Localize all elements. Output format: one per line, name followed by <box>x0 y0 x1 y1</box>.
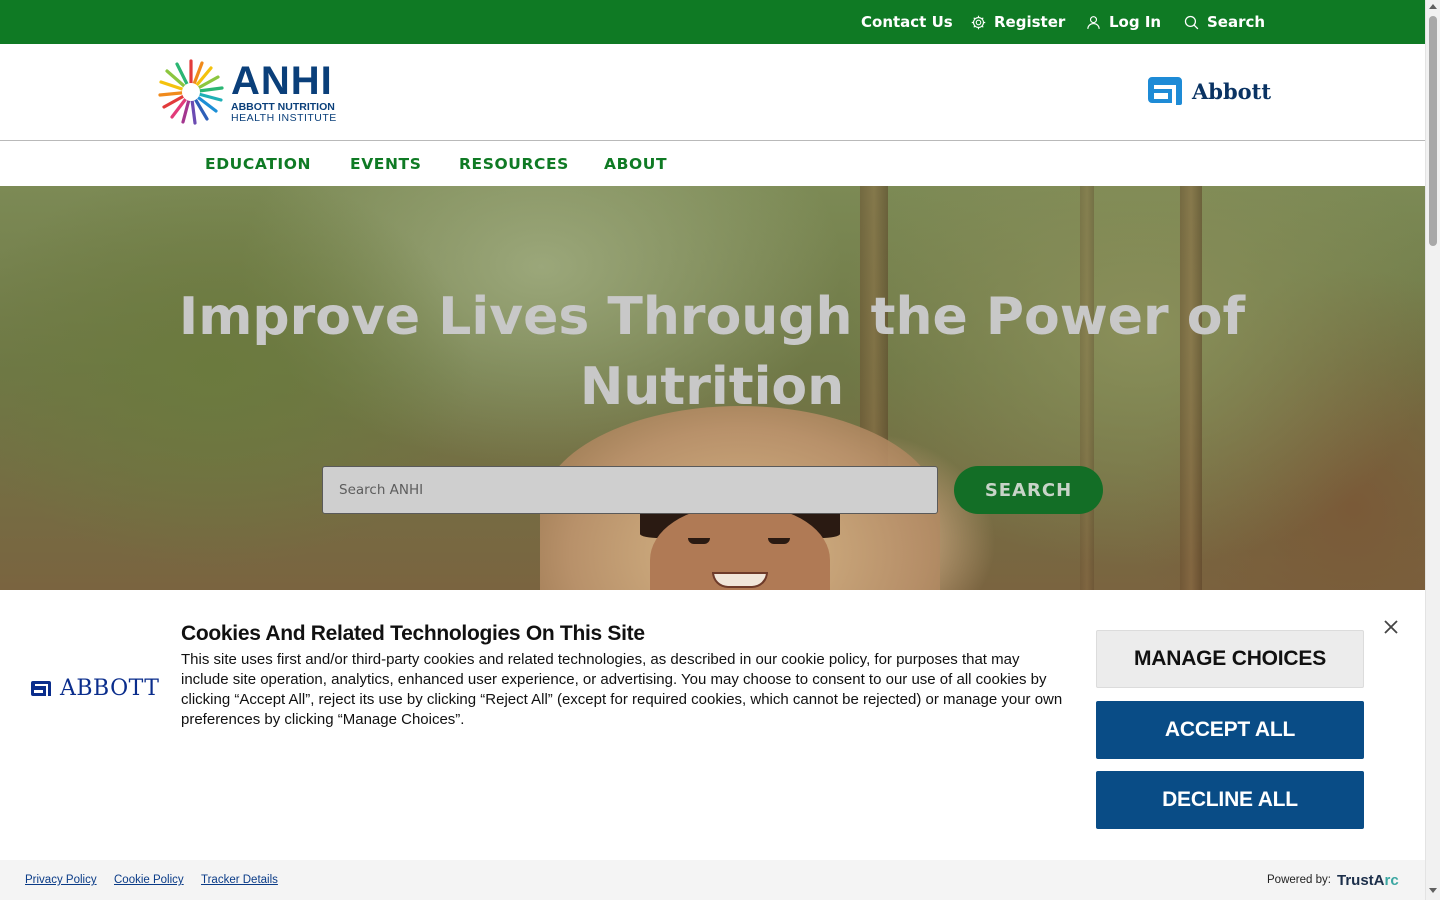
hero-headline-line1: Improve Lives Through the Power of <box>178 287 1246 347</box>
cookie-brand-text: ABBOTT <box>60 676 160 701</box>
powered-by-label: Powered by: <box>1267 874 1331 886</box>
top-utility-bar: Contact Us Register Log In Search <box>0 0 1425 44</box>
gear-icon <box>971 15 986 29</box>
search-label: Search <box>1207 13 1266 31</box>
anhi-wordmark: ANHI ABBOTT NUTRITION HEALTH INSTITUTE <box>231 61 337 124</box>
cookie-policy-link[interactable]: Cookie Policy <box>114 874 184 886</box>
search-link[interactable]: Search <box>1183 0 1265 44</box>
main-nav: EDUCATION EVENTS RESOURCES ABOUT <box>0 142 1425 186</box>
log-in-link[interactable]: Log In <box>1085 0 1161 44</box>
hero-child-smile <box>712 572 768 588</box>
contact-us-label: Contact Us <box>861 13 953 31</box>
decline-all-button[interactable]: DECLINE ALL <box>1096 771 1364 829</box>
log-in-label: Log In <box>1109 13 1162 31</box>
anhi-line2: HEALTH INSTITUTE <box>231 112 337 124</box>
abbott-mark-icon <box>1148 77 1182 105</box>
tracker-details-link[interactable]: Tracker Details <box>201 874 278 886</box>
anhi-line1: ABBOTT NUTRITION <box>231 100 335 113</box>
site-header: ANHI ABBOTT NUTRITION HEALTH INSTITUTE A… <box>0 44 1425 141</box>
abbott-logo[interactable]: Abbott <box>1146 75 1271 107</box>
scroll-up-arrow-icon[interactable] <box>1429 4 1437 9</box>
privacy-policy-link[interactable]: Privacy Policy <box>25 874 97 886</box>
accept-all-button[interactable]: ACCEPT ALL <box>1096 701 1364 759</box>
anhi-logo[interactable]: ANHI ABBOTT NUTRITION HEALTH INSTITUTE <box>157 58 347 126</box>
anhi-acronym: ANHI <box>231 58 333 103</box>
register-link[interactable]: Register <box>970 0 1065 44</box>
nav-item-events[interactable]: EVENTS <box>350 155 421 173</box>
abbott-mark-icon <box>31 680 51 696</box>
trustarc-logo[interactable]: TrustArc <box>1337 872 1399 889</box>
scrollbar-thumb[interactable] <box>1429 16 1437 246</box>
nav-item-resources[interactable]: RESOURCES <box>459 155 569 173</box>
hero-banner: Improve Lives Through the Power of Nutri… <box>0 186 1425 590</box>
cookie-footer: Privacy Policy Cookie Policy Tracker Det… <box>0 860 1425 900</box>
cookie-body: This site uses first and/or third-party … <box>181 651 1063 728</box>
contact-us-link[interactable]: Contact Us <box>861 0 953 44</box>
register-label: Register <box>994 13 1066 31</box>
hero-child-eye <box>688 538 710 544</box>
search-icon <box>1184 15 1199 29</box>
anhi-burst-logo-icon <box>158 59 224 125</box>
hero-child-eye <box>768 538 790 544</box>
cookie-banner: ABBOTT Cookies And Related Technologies … <box>0 590 1425 860</box>
abbott-wordmark: Abbott <box>1192 78 1272 104</box>
cookie-title: Cookies And Related Technologies On This… <box>181 622 645 645</box>
hero-headline-line2: Nutrition <box>579 357 845 417</box>
trustarc-logo-part1: TrustA <box>1337 872 1385 889</box>
cookie-abbott-logo: ABBOTT <box>30 676 159 701</box>
nav-item-education[interactable]: EDUCATION <box>205 155 311 173</box>
hero-search-button[interactable]: SEARCH <box>954 466 1103 514</box>
hero-search-input[interactable] <box>322 466 938 514</box>
manage-choices-button[interactable]: MANAGE CHOICES <box>1096 630 1364 688</box>
scroll-down-arrow-icon[interactable] <box>1429 888 1437 893</box>
hero-headline: Improve Lives Through the Power of Nutri… <box>162 282 1262 422</box>
user-icon <box>1087 15 1100 29</box>
trustarc-logo-part2: rc <box>1384 872 1399 889</box>
nav-item-about[interactable]: ABOUT <box>604 155 667 173</box>
close-icon[interactable] <box>1382 618 1400 636</box>
page-scrollbar[interactable] <box>1425 0 1440 900</box>
